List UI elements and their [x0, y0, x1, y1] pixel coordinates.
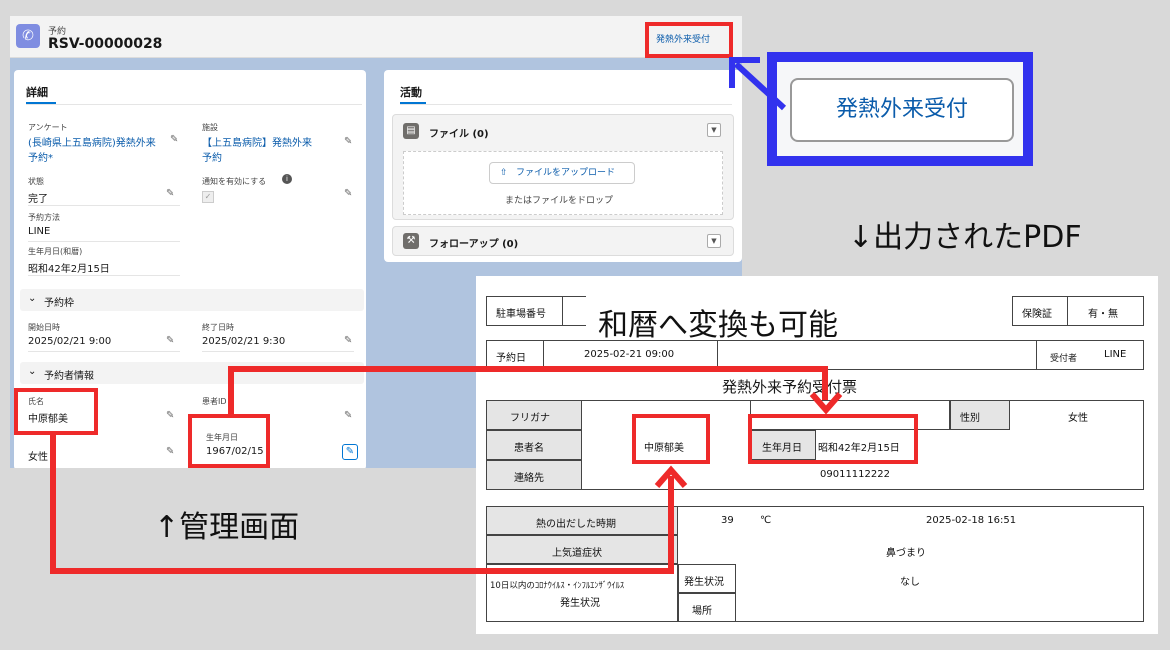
red-arrow-down [809, 392, 843, 415]
section-title: 予約者情報 [44, 371, 94, 382]
patient-id-label: 患者ID [202, 397, 227, 406]
edit-pencil-icon[interactable]: ✎ [166, 446, 174, 457]
edit-pencil-icon[interactable]: ✎ [166, 335, 174, 346]
airway-label: 上気道症状 [552, 548, 602, 559]
blue-arrow [729, 57, 787, 111]
insurance-value: 有・無 [1088, 309, 1118, 320]
airway-value: 鼻づまり [886, 548, 926, 559]
temperature-unit: ℃ [760, 515, 772, 526]
fever-onset-time: 2025-02-18 16:51 [926, 515, 1017, 526]
receptionist-value: LINE [1104, 349, 1127, 360]
status-value: 完了 [28, 194, 48, 205]
callout-button: 発熱外来受付 [790, 78, 1014, 142]
upload-button[interactable]: ⇧ ファイルをアップロード [489, 162, 635, 184]
highlight-dob-box [188, 414, 270, 468]
edit-pencil-icon[interactable]: ✎ [344, 335, 352, 346]
patient-name-label: 患者名 [514, 443, 544, 454]
edit-pencil-icon[interactable]: ✎ [344, 136, 352, 147]
edit-pencil-icon[interactable]: ✎ [344, 188, 352, 199]
occurrence-label: 発生状況 [684, 577, 724, 588]
followup-card: ⚒ フォローアップ (0) ▼ [392, 226, 734, 256]
connector-line [228, 366, 828, 372]
upload-label: ファイルをアップロード [516, 168, 616, 178]
end-label: 終了日時 [202, 323, 234, 332]
file-icon: ▤ [403, 123, 419, 139]
info-icon[interactable]: i [282, 174, 292, 184]
chevron-down-icon: ⌄ [28, 293, 37, 304]
output-pdf-label: ↓出力されたPDF [848, 220, 1082, 255]
activity-panel: 活動 ▤ ファイル (0) ▼ ⇧ ファイルをアップロード またはファイルをドロ… [384, 70, 742, 262]
survey-label: アンケート [28, 123, 68, 132]
phone-icon: ✆ [16, 24, 40, 48]
edit-pencil-icon[interactable]: ✎ [166, 410, 174, 421]
place-label: 場所 [692, 606, 712, 617]
contact-label: 連絡先 [514, 473, 544, 484]
covid-label-2: 発生状況 [560, 598, 600, 609]
birth-wareki-value: 昭和42年2月15日 [28, 264, 110, 275]
gender-value: 女性 [28, 452, 48, 463]
section-reservation-slot[interactable]: ⌄ 予約枠 [20, 289, 364, 311]
end-value: 2025/02/21 9:30 [202, 336, 286, 347]
dropdown-icon[interactable]: ▼ [707, 234, 721, 248]
notify-checkbox[interactable]: ✓ [202, 191, 214, 203]
edit-pencil-icon[interactable]: ✎ [166, 188, 174, 199]
connector-line [50, 568, 674, 574]
tab-detail[interactable]: 詳細 [26, 84, 48, 100]
survey-link-2[interactable]: 予約* [28, 149, 53, 164]
dropdown-icon[interactable]: ▼ [707, 123, 721, 137]
edit-pencil-icon[interactable]: ✎ [170, 134, 178, 145]
insurance-label: 保険証 [1022, 309, 1052, 320]
drop-text: またはファイルをドロップ [505, 196, 614, 206]
facility-link[interactable]: 【上五島病院】発熱外来 [202, 134, 312, 149]
gender-label: 性別 [960, 413, 980, 424]
highlight-name-box [14, 388, 98, 435]
parking-label: 駐車場番号 [496, 309, 546, 320]
highlight-pdf-dob-box [748, 414, 918, 464]
reserve-label: 予約日 [496, 353, 526, 364]
reserve-value: 2025-02-21 09:00 [584, 349, 675, 360]
gender-value: 女性 [1068, 413, 1088, 424]
start-label: 開始日時 [28, 323, 60, 332]
edit-pencil-icon[interactable]: ✎ [342, 444, 358, 460]
status-label: 状態 [28, 177, 44, 186]
section-title: 予約枠 [44, 298, 74, 309]
files-card: ▤ ファイル (0) ▼ ⇧ ファイルをアップロード またはファイルをドロップ [392, 114, 734, 220]
connector-line [50, 432, 56, 574]
admin-screen-label: ↑管理画面 [154, 510, 300, 545]
record-id: RSV-00000028 [48, 36, 163, 52]
contact-value: 09011112222 [820, 469, 890, 480]
record-header: ✆ 予約 RSV-00000028 発熱外来受付 [10, 16, 742, 58]
wrench-icon: ⚒ [403, 233, 419, 249]
covid-label: 10日以内のｺﾛﾅｳｲﾙｽ・ｲﾝﾌﾙｴﾝｻﾞｳｲﾙｽ [490, 581, 625, 591]
red-arrow-up [654, 465, 688, 488]
wareki-label: 和暦へ変換も可能 [598, 308, 838, 343]
tab-activity[interactable]: 活動 [400, 84, 422, 100]
connector-line [228, 366, 234, 416]
highlight-pdf-name-box [632, 414, 710, 464]
chevron-down-icon: ⌄ [28, 366, 37, 377]
method-label: 予約方法 [28, 213, 60, 222]
fever-temperature: 39 [721, 515, 734, 526]
facility-label: 施設 [202, 123, 218, 132]
birth-wareki-label: 生年月日(和暦) [28, 247, 83, 256]
edit-pencil-icon[interactable]: ✎ [344, 410, 352, 421]
files-title[interactable]: ファイル (0) [429, 125, 489, 140]
followup-title[interactable]: フォローアップ (0) [429, 235, 518, 250]
receptionist-label: 受付者 [1050, 354, 1078, 364]
highlight-button-box [645, 22, 733, 58]
occurrence-value: なし [900, 577, 920, 588]
fever-onset-label: 熱の出だした時期 [536, 519, 616, 530]
start-value: 2025/02/21 9:00 [28, 336, 112, 347]
facility-link-2[interactable]: 予約 [202, 149, 222, 164]
method-value: LINE [28, 226, 51, 237]
notify-label: 通知を有効にする [202, 177, 267, 186]
survey-link[interactable]: (長崎県上五島病院)発熱外来 [28, 134, 156, 149]
upload-icon: ⇧ [500, 168, 508, 178]
furigana-label: フリガナ [510, 413, 550, 424]
